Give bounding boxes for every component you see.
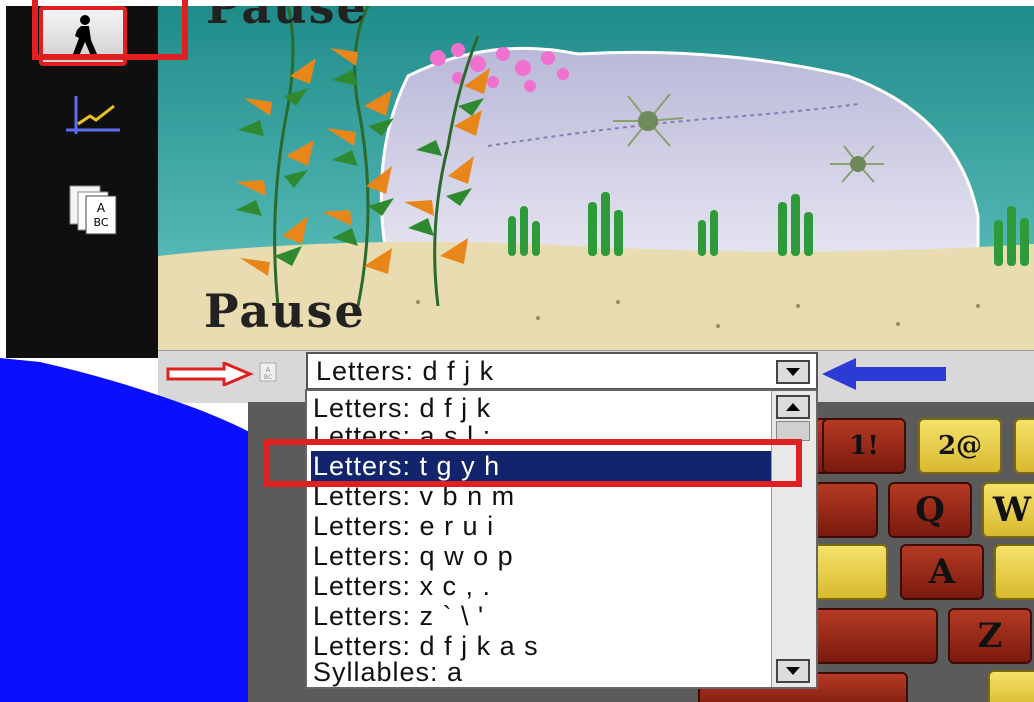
highlight-selected-option [264, 439, 802, 487]
lesson-select-value: Letters: d f j k [316, 356, 495, 386]
lesson-select-toggle[interactable] [776, 360, 810, 384]
option-item[interactable]: Letters: e r u i [313, 511, 494, 541]
option-item[interactable]: Syllables: a [313, 657, 463, 687]
pause-label-top: Pause [206, 6, 368, 34]
svg-text:BC: BC [264, 374, 272, 381]
option-item[interactable]: Letters: x c , . [313, 571, 491, 601]
key-q: Q [888, 482, 972, 538]
red-arrow [166, 362, 254, 386]
progress-graph-button[interactable] [62, 92, 122, 142]
svg-text:BC: BC [93, 216, 108, 229]
key-a: A [900, 544, 984, 600]
dropdown-scrollbar[interactable] [771, 391, 816, 687]
blue-arrow [822, 358, 946, 390]
lesson-type-button[interactable]: A BC [258, 361, 280, 383]
chevron-down-icon [786, 667, 800, 675]
option-item[interactable]: Letters: a s l ; [313, 421, 491, 439]
abc-small-icon: A BC [259, 362, 277, 382]
svg-text:A: A [97, 201, 106, 215]
key-3 [1014, 418, 1034, 474]
scroll-thumb[interactable] [776, 421, 810, 441]
svg-text:A: A [266, 366, 271, 374]
lesson-dropdown: Letters: d f j k Letters: a s l ; Letter… [305, 389, 818, 689]
key-ctrl [988, 670, 1034, 702]
option-item[interactable]: Letters: z ` \ ' [313, 601, 484, 631]
key-z: Z [948, 608, 1032, 664]
chevron-down-icon [786, 368, 800, 376]
game-scene: Pause Pause [158, 6, 1034, 351]
lessons-button[interactable]: A BC [66, 182, 120, 236]
key-shift [808, 608, 938, 664]
key-2: 2@ [918, 418, 1002, 474]
option-item[interactable]: Letters: q w o p [313, 541, 514, 571]
pause-label: Pause [204, 284, 366, 338]
key-1: 1! [822, 418, 906, 474]
abc-cards-icon: A BC [69, 185, 117, 235]
scroll-down-button[interactable] [776, 659, 810, 683]
key-w: W [982, 482, 1034, 538]
scroll-up-button[interactable] [776, 395, 810, 419]
option-item[interactable]: Letters: d f j k [313, 393, 491, 423]
water-area [0, 358, 270, 702]
graph-icon [66, 96, 120, 134]
highlight-walk-button [32, 0, 188, 60]
lesson-select[interactable]: Letters: d f j k [306, 352, 818, 390]
chevron-up-icon [786, 403, 800, 411]
key-tab [814, 482, 878, 538]
key-s [994, 544, 1034, 600]
